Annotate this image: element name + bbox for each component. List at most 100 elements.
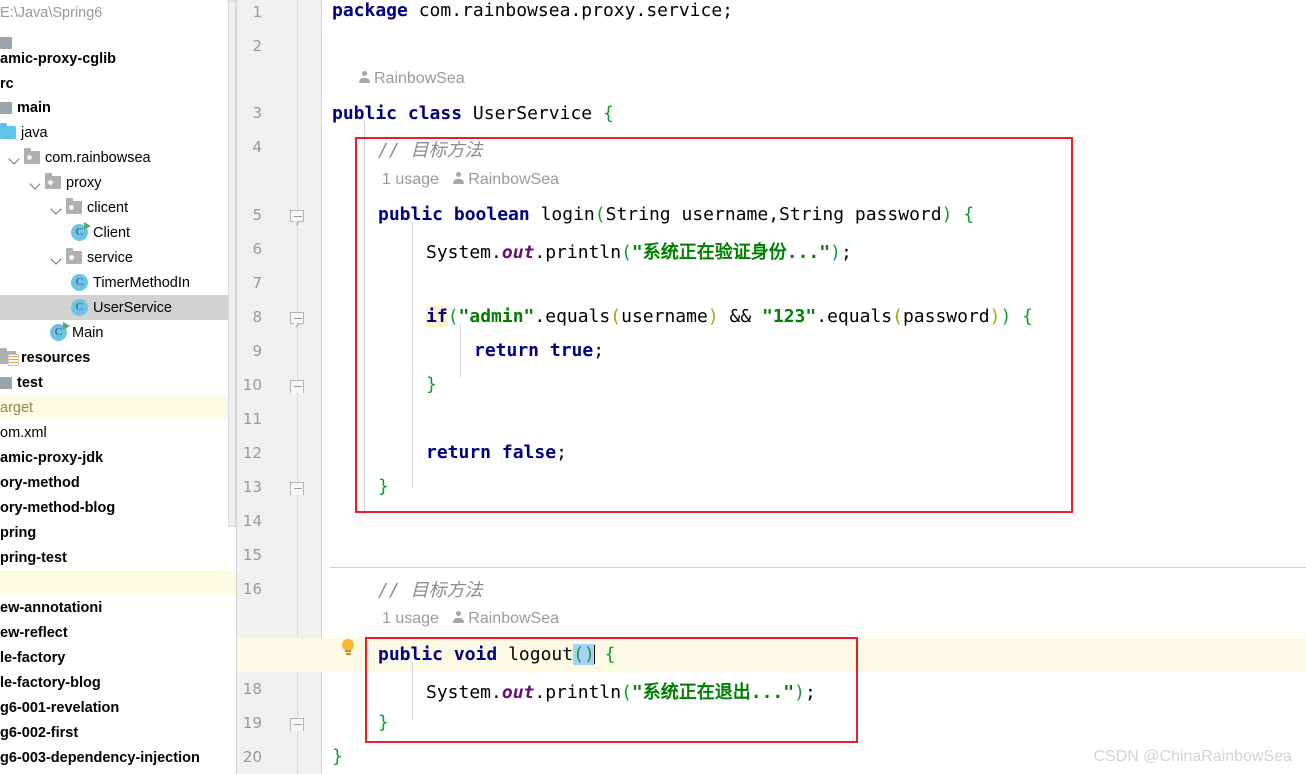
line-number: 9 xyxy=(252,342,262,360)
tree-item-ew-reflect[interactable]: ew-reflect xyxy=(0,620,237,645)
tree-item-label: clicent xyxy=(87,199,129,216)
ide-window: E:\Java\Spring6 amic-proxy-cglib rc main jav… xyxy=(0,0,1306,774)
resources-folder-icon xyxy=(0,348,19,366)
runnable-class-icon: C xyxy=(71,222,91,241)
code-line[interactable]: public class UserService { xyxy=(332,103,614,124)
line-number: 10 xyxy=(242,376,262,394)
tree-item-userservice[interactable]: C UserService xyxy=(0,295,237,320)
identifier-token: service xyxy=(646,0,723,21)
tree-item-resources[interactable]: resources xyxy=(0,345,237,370)
line-number: 5 xyxy=(252,206,262,224)
tree-item-client[interactable]: C Client xyxy=(0,220,237,245)
chevron-down-icon[interactable] xyxy=(50,251,64,265)
line-number: 14 xyxy=(242,512,262,530)
tree-item-label: java xyxy=(21,124,48,141)
tree-item-label: le-factory-blog xyxy=(0,674,101,691)
tree-item-g6-002-first[interactable]: g6-002-first xyxy=(0,720,237,745)
tree-item-label: proxy xyxy=(66,174,102,191)
tree-item-rc[interactable]: rc xyxy=(0,71,237,96)
runnable-class-icon: C xyxy=(50,322,70,341)
tree-item-label: le-factory xyxy=(0,649,66,666)
tree-item-ory-method[interactable]: ory-method xyxy=(0,470,237,495)
author-person-icon xyxy=(452,611,465,624)
code-fold-toggle-icon[interactable] xyxy=(290,718,306,734)
tree-item-service[interactable]: service xyxy=(0,245,237,270)
code-fold-toggle-icon[interactable] xyxy=(290,380,306,396)
code-line[interactable]: // 目标方法 xyxy=(378,576,483,602)
tree-item-pring-test[interactable]: pring-test xyxy=(0,545,237,570)
identifier-token: rainbowsea xyxy=(462,0,571,21)
tree-item-label: UserService xyxy=(93,299,172,316)
identifier-token: . xyxy=(451,0,463,21)
identifier-token: UserService xyxy=(472,103,593,124)
line-number: 3 xyxy=(252,104,262,122)
line-number: 18 xyxy=(242,680,262,698)
code-fold-toggle-icon[interactable] xyxy=(290,210,306,226)
comment-token: // 目标方法 xyxy=(378,580,483,601)
tree-item-label: main xyxy=(17,99,51,116)
identifier-token: com xyxy=(418,0,452,21)
tree-item-label: om.xml xyxy=(0,424,47,441)
tree-item-timermethodin[interactable]: C TimerMethodIn xyxy=(0,270,237,295)
tree-item-label: TimerMethodIn xyxy=(93,274,190,291)
tree-item-label: ew-reflect xyxy=(0,624,68,641)
inlay-hint[interactable]: 1 usage RainbowSea xyxy=(382,610,559,628)
inlay-hint[interactable]: RainbowSea xyxy=(358,70,465,88)
tree-item-row-23[interactable] xyxy=(0,570,237,595)
intention-bulb-icon[interactable] xyxy=(341,639,355,657)
line-number: 20 xyxy=(242,748,262,766)
tree-item-amic-proxy-cglib[interactable]: amic-proxy-cglib xyxy=(0,46,237,71)
tree-item-le-factory-blog[interactable]: le-factory-blog xyxy=(0,670,237,695)
tree-item-main[interactable]: main xyxy=(0,95,237,120)
tree-item-clicent[interactable]: clicent xyxy=(0,195,237,220)
chevron-down-icon[interactable] xyxy=(29,176,43,190)
code-fold-toggle-icon[interactable] xyxy=(290,482,306,498)
author-hint[interactable]: RainbowSea xyxy=(468,610,559,627)
tree-item-e-java-spring6[interactable]: E:\Java\Spring6 xyxy=(0,0,237,25)
project-tree-panel[interactable]: E:\Java\Spring6 amic-proxy-cglib rc main jav… xyxy=(0,0,237,774)
tree-item-amic-proxy-jdk[interactable]: amic-proxy-jdk xyxy=(0,445,237,470)
tree-item-om-xml[interactable]: om.xml xyxy=(0,420,237,445)
tree-item-label: ory-method-blog xyxy=(0,499,116,516)
tree-item-ory-method-blog[interactable]: ory-method-blog xyxy=(0,495,237,520)
tree-item-ew-annotationi[interactable]: ew-annotationi xyxy=(0,595,237,620)
punctuation-token xyxy=(592,103,603,124)
author-person-icon xyxy=(358,71,371,84)
tree-item-test[interactable]: test xyxy=(0,370,237,395)
chevron-down-icon[interactable] xyxy=(50,201,64,215)
tree-item-label: Main xyxy=(72,324,104,341)
author-hint[interactable]: RainbowSea xyxy=(374,70,465,87)
tree-item-le-factory[interactable]: le-factory xyxy=(0,645,237,670)
tree-item-proxy[interactable]: proxy xyxy=(0,170,237,195)
line-number: 8 xyxy=(252,308,262,326)
package-folder-icon xyxy=(66,248,82,264)
tree-item-label: service xyxy=(87,249,133,266)
fold-tip xyxy=(293,220,300,226)
tree-item-main[interactable]: C Main xyxy=(0,320,237,345)
package-folder-icon xyxy=(66,198,82,214)
tree-item-pring[interactable]: pring xyxy=(0,520,237,545)
tree-item-java[interactable]: java xyxy=(0,120,237,145)
tree-item-label: g6-003-dependency-injection xyxy=(0,749,200,766)
tree-item-label: amic-proxy-cglib xyxy=(0,50,117,67)
tree-item-label: rc xyxy=(0,75,14,92)
keyword-token: class xyxy=(407,103,463,124)
bracket-token: { xyxy=(602,103,614,124)
tree-item-g6-003-dependency-injection[interactable]: g6-003-dependency-injection xyxy=(0,745,237,770)
bulb-base xyxy=(345,650,351,652)
tree-item-arget[interactable]: arget xyxy=(0,395,237,420)
usage-count-hint[interactable]: 1 usage xyxy=(382,610,439,627)
module-icon xyxy=(0,376,12,389)
package-folder-icon xyxy=(45,173,61,189)
fold-box xyxy=(290,482,304,495)
code-line[interactable]: package com.rainbowsea.proxy.service; xyxy=(332,0,733,21)
tree-item-g6-001-revelation[interactable]: g6-001-revelation xyxy=(0,695,237,720)
punctuation-token: ; xyxy=(722,0,734,21)
keyword-token: package xyxy=(332,0,408,21)
folder-blue-icon xyxy=(0,123,16,139)
tree-item-com-rainbowsea[interactable]: com.rainbowsea xyxy=(0,145,237,170)
tree-item-label: resources xyxy=(21,349,91,366)
code-line[interactable]: } xyxy=(332,746,343,767)
code-fold-toggle-icon[interactable] xyxy=(290,312,306,328)
chevron-down-icon[interactable] xyxy=(8,151,22,165)
